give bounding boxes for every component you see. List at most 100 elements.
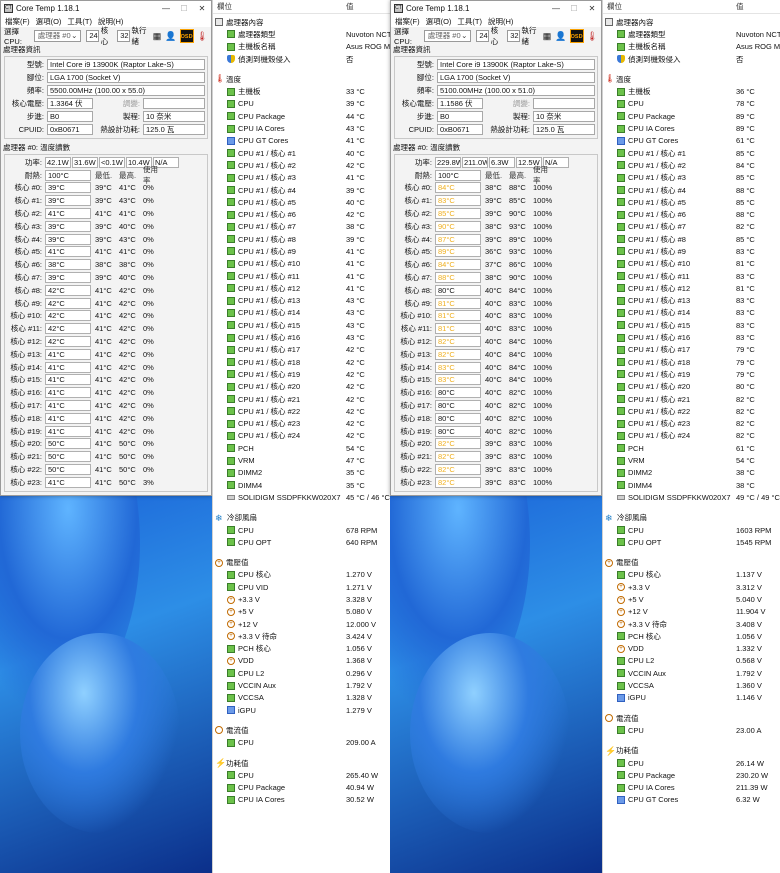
sensor-row[interactable]: CPU #1 / 核心 #17 79 °C: [603, 344, 780, 356]
sensor-row[interactable]: CPU IA Cores 211.39 W: [603, 782, 780, 794]
sensor-row[interactable]: 主機板名稱 Asus ROG Ma: [603, 41, 780, 53]
sensor-row[interactable]: CPU GT Cores 61 °C: [603, 135, 780, 147]
sensor-category[interactable]: 處理器內容: [603, 16, 780, 28]
sensor-row[interactable]: CPU #1 / 核心 #24 42 °C: [213, 430, 390, 442]
sensor-row[interactable]: CPU IA Cores 43 °C: [213, 122, 390, 134]
sensor-row[interactable]: 處理器類型 Nuvoton NCT: [603, 28, 780, 40]
sensor-row[interactable]: CPU #1 / 核心 #8 85 °C: [603, 233, 780, 245]
close-icon[interactable]: ✕: [583, 4, 601, 13]
sensor-row[interactable]: VCCIN Aux 1.792 V: [603, 667, 780, 679]
sensor-row[interactable]: CPU #1 / 核心 #14 43 °C: [213, 307, 390, 319]
sensor-row[interactable]: + VDD 1.332 V: [603, 643, 780, 655]
sensor-row[interactable]: CPU #1 / 核心 #1 40 °C: [213, 147, 390, 159]
sensor-row[interactable]: CPU Package 230.20 W: [603, 769, 780, 781]
sensor-row[interactable]: VCCSA 1.328 V: [213, 692, 390, 704]
sensor-row[interactable]: CPU #1 / 核心 #8 39 °C: [213, 233, 390, 245]
sensor-row[interactable]: CPU IA Cores 89 °C: [603, 122, 780, 134]
sensor-row[interactable]: CPU #1 / 核心 #18 42 °C: [213, 356, 390, 368]
sensor-category[interactable]: ⚡ 功耗值: [213, 757, 390, 769]
sensor-row[interactable]: CPU #1 / 核心 #18 79 °C: [603, 356, 780, 368]
sensor-row[interactable]: CPU #1 / 核心 #23 82 °C: [603, 418, 780, 430]
minimize-icon[interactable]: —: [157, 4, 175, 13]
sensor-row[interactable]: CPU OPT 1545 RPM: [603, 536, 780, 548]
sensor-row[interactable]: CPU #1 / 核心 #20 80 °C: [603, 381, 780, 393]
sensor-row[interactable]: CPU #1 / 核心 #19 79 °C: [603, 368, 780, 380]
sensor-row[interactable]: 主機板 36 °C: [603, 85, 780, 97]
sensor-row[interactable]: CPU #1 / 核心 #2 42 °C: [213, 159, 390, 171]
sensor-row[interactable]: CPU #1 / 核心 #6 88 °C: [603, 208, 780, 220]
menu-options[interactable]: 選項(O): [36, 16, 62, 27]
sensor-row[interactable]: CPU 209.00 A: [213, 737, 390, 749]
sensor-row[interactable]: PCH 54 °C: [213, 442, 390, 454]
sensor-row[interactable]: CPU #1 / 核心 #12 81 °C: [603, 282, 780, 294]
sensor-row[interactable]: + +3.3 V 待命 3.408 V: [603, 618, 780, 630]
sensor-row[interactable]: CPU #1 / 核心 #4 88 °C: [603, 184, 780, 196]
sensor-row[interactable]: CPU GT Cores 6.32 W: [603, 794, 780, 806]
sensor-row[interactable]: VCCSA 1.360 V: [603, 679, 780, 691]
sensor-row[interactable]: CPU IA Cores 30.52 W: [213, 794, 390, 806]
value-column-header[interactable]: 值: [736, 1, 744, 12]
sensor-category[interactable]: ❄ 冷卻風扇: [603, 512, 780, 524]
sensor-row[interactable]: CPU GT Cores 41 °C: [213, 135, 390, 147]
sensor-row[interactable]: + +3.3 V 3.328 V: [213, 593, 390, 605]
sensor-row[interactable]: CPU 核心 1.137 V: [603, 569, 780, 581]
sensor-row[interactable]: CPU #1 / 核心 #22 42 °C: [213, 405, 390, 417]
sensor-row[interactable]: CPU Package 40.94 W: [213, 782, 390, 794]
sensor-category[interactable]: 處理器內容: [213, 16, 390, 28]
sensor-row[interactable]: PCH 核心 1.056 V: [213, 643, 390, 655]
monitor-icon[interactable]: ▦: [542, 29, 553, 43]
sensor-row[interactable]: CPU #1 / 核心 #5 40 °C: [213, 196, 390, 208]
sensor-row[interactable]: CPU #1 / 核心 #23 42 °C: [213, 418, 390, 430]
menu-tools[interactable]: 工具(T): [67, 16, 92, 27]
menu-options[interactable]: 選項(O): [426, 16, 452, 27]
sensor-row[interactable]: 處理器類型 Nuvoton NCT: [213, 28, 390, 40]
thermometer-icon[interactable]: 🌡: [197, 29, 208, 43]
sensor-row[interactable]: DIMM2 38 °C: [603, 467, 780, 479]
sensor-category[interactable]: 電流值: [603, 712, 780, 724]
sensor-row[interactable]: CPU 265.40 W: [213, 769, 390, 781]
sensor-row[interactable]: CPU 26.14 W: [603, 757, 780, 769]
hwmonitor-panel[interactable]: 欄位 值處理器內容 處理器類型 Nuvoton NCT 主機板名稱 Asus ROG Ma…: [602, 0, 780, 873]
sensor-category[interactable]: 🌡 溫度: [213, 73, 390, 85]
sensor-row[interactable]: CPU #1 / 核心 #17 42 °C: [213, 344, 390, 356]
sensor-row[interactable]: CPU #1 / 核心 #16 43 °C: [213, 331, 390, 343]
sensor-category[interactable]: ⚡ 功耗值: [603, 745, 780, 757]
sensor-category[interactable]: + 電壓值: [603, 556, 780, 568]
sensor-row[interactable]: CPU 678 RPM: [213, 524, 390, 536]
sensor-row[interactable]: CPU #1 / 核心 #5 85 °C: [603, 196, 780, 208]
sensor-row[interactable]: CPU #1 / 核心 #1 85 °C: [603, 147, 780, 159]
sensor-row[interactable]: DIMM4 38 °C: [603, 479, 780, 491]
sensor-row[interactable]: 主機板名稱 Asus ROG Ma: [213, 41, 390, 53]
sensor-row[interactable]: CPU 23.00 A: [603, 724, 780, 736]
sensor-row[interactable]: CPU Package 89 °C: [603, 110, 780, 122]
sensor-row[interactable]: CPU #1 / 核心 #3 41 °C: [213, 172, 390, 184]
field-column-header[interactable]: 欄位: [213, 1, 232, 12]
sensor-row[interactable]: CPU #1 / 核心 #19 42 °C: [213, 368, 390, 380]
sensor-row[interactable]: 偵測到機殼侵入 否: [213, 53, 390, 65]
sensor-row[interactable]: CPU VID 1.271 V: [213, 581, 390, 593]
sensor-row[interactable]: CPU #1 / 核心 #24 82 °C: [603, 430, 780, 442]
sensor-row[interactable]: CPU #1 / 核心 #16 83 °C: [603, 331, 780, 343]
sensor-row[interactable]: iGPU 1.279 V: [213, 704, 390, 716]
sensor-row[interactable]: PCH 61 °C: [603, 442, 780, 454]
sensor-row[interactable]: CPU #1 / 核心 #12 41 °C: [213, 282, 390, 294]
sensor-row[interactable]: SOLIDIGM SSDPFKKW020X7 45 °C / 46 °C: [213, 491, 390, 503]
menu-file[interactable]: 檔案(F): [5, 16, 30, 27]
sensor-row[interactable]: CPU #1 / 核心 #14 83 °C: [603, 307, 780, 319]
sensor-row[interactable]: 主機板 33 °C: [213, 85, 390, 97]
title-bar[interactable]: CT Core Temp 1.18.1 — ☐ ✕: [1, 1, 211, 15]
title-bar[interactable]: CT Core Temp 1.18.1 — ☐ ✕: [391, 1, 601, 15]
sensor-category[interactable]: + 電壓值: [213, 556, 390, 568]
sensor-row[interactable]: CPU #1 / 核心 #21 42 °C: [213, 393, 390, 405]
sensor-category[interactable]: 電流值: [213, 724, 390, 736]
sensor-row[interactable]: CPU #1 / 核心 #6 42 °C: [213, 208, 390, 220]
menu-tools[interactable]: 工具(T): [457, 16, 482, 27]
sensor-row[interactable]: CPU #1 / 核心 #9 83 °C: [603, 245, 780, 257]
sensor-row[interactable]: SOLIDIGM SSDPFKKW020X7 49 °C / 49 °C: [603, 491, 780, 503]
sensor-row[interactable]: CPU #1 / 核心 #10 81 °C: [603, 258, 780, 270]
sensor-row[interactable]: CPU #1 / 核心 #9 41 °C: [213, 245, 390, 257]
sensor-row[interactable]: CPU #1 / 核心 #13 43 °C: [213, 295, 390, 307]
sensor-row[interactable]: CPU #1 / 核心 #3 85 °C: [603, 172, 780, 184]
sensor-row[interactable]: CPU #1 / 核心 #10 41 °C: [213, 258, 390, 270]
sensor-row[interactable]: DIMM4 35 °C: [213, 479, 390, 491]
